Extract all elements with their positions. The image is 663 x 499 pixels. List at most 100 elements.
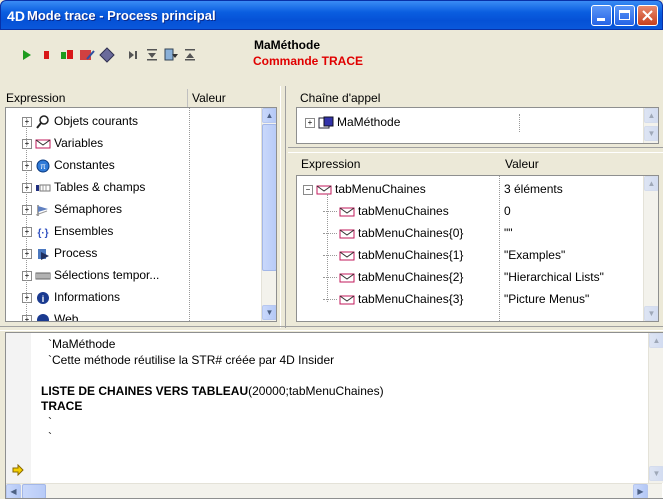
step-icon[interactable] [124,46,142,64]
tree-item-magnifier[interactable]: + Objets courants [22,111,138,132]
column-divider[interactable] [187,89,188,107]
code-line[interactable]: TRACE [41,399,82,413]
tree-item-web[interactable]: + Web [22,309,78,321]
horizontal-splitter-bottom[interactable] [0,326,663,331]
code-line[interactable]: LISTE DE CHAINES VERS TABLEAU(20000;tabM… [41,384,384,398]
scroll-down-button[interactable]: ▼ [262,305,276,320]
scroll-thumb[interactable] [262,124,276,271]
step-over-icon[interactable] [162,46,180,64]
expand-icon[interactable]: + [22,160,32,171]
scroll-down-button[interactable]: ▼ [649,466,663,481]
scroll-right-button[interactable]: ▶ [633,484,648,498]
scroll-up-button[interactable]: ▲ [649,333,663,348]
collapse-icon[interactable]: − [303,184,313,195]
source-vertical-scrollbar[interactable]: ▲ ▼ [648,333,663,483]
tree-item-label: Tables & champs [54,180,146,194]
tree-item-set[interactable]: + {·} Ensembles [22,221,113,242]
play-icon[interactable] [18,46,36,64]
scroll-up-button[interactable]: ▲ [644,108,658,123]
detail-pane[interactable]: − tabMenuChaines 3 éléments tabMenuChaines 0… [296,175,659,322]
stop-icon[interactable] [38,46,56,64]
expression-value: "Hierarchical Lists" [504,270,604,284]
array-element-row[interactable]: tabMenuChaines{3} [323,289,463,310]
array-node[interactable]: − tabMenuChaines [303,179,426,200]
horizontal-splitter[interactable] [288,147,663,153]
scroll-left-button[interactable]: ◀ [6,484,21,498]
edit-icon[interactable] [78,46,96,64]
expand-icon[interactable]: + [22,204,32,215]
variable-icon [339,270,358,284]
scroll-up-button[interactable]: ▲ [262,108,276,123]
diamond-icon[interactable] [98,46,116,64]
source-code-pane[interactable]: `MaMéthode `Cette méthode réutilise la ST… [5,332,663,499]
array-element-row[interactable]: tabMenuChaines{0} [323,223,463,244]
tree-item-pi[interactable]: + π Constantes [22,155,115,176]
expand-icon[interactable]: + [305,117,315,128]
tree-item-process[interactable]: + Process [22,243,97,264]
method-icon [318,116,334,129]
tree-item-label: Sélections tempor... [54,268,160,282]
expand-icon[interactable]: + [22,248,32,259]
breakpoint-gutter[interactable] [6,333,31,483]
detail-expression-header[interactable]: Expression [301,157,360,171]
command-keyword: LISTE DE CHAINES VERS TABLEAU [41,383,249,398]
svg-text:π: π [40,162,46,171]
call-chain-pane[interactable]: + MaMéthode ▲ ▼ [296,107,659,144]
expression-value: "" [504,226,513,240]
tree-item-variable[interactable]: + Variables [22,133,103,154]
scroll-down-button[interactable]: ▼ [644,126,658,141]
h-scroll-thumb[interactable] [22,484,46,498]
code-line[interactable]: ` [48,430,52,444]
maximize-button[interactable] [614,5,635,26]
expand-icon[interactable]: + [22,182,32,193]
execution-arrow-icon [12,464,24,476]
expand-icon[interactable]: + [22,270,32,281]
expression-column-header[interactable]: Expression [6,91,65,105]
tree-connector [323,254,337,257]
tree-item-flag[interactable]: + Sémaphores [22,199,122,220]
column-separator [499,176,500,321]
expression-label: tabMenuChaines [335,182,426,196]
expression-tree-pane[interactable]: + Objets courants + Variables + π Constantes + T… [5,107,277,322]
tree-item-info[interactable]: + i Informations [22,287,120,308]
array-element-row[interactable]: tabMenuChaines [323,201,449,222]
step-out-icon[interactable] [181,46,199,64]
vertical-splitter[interactable] [280,86,286,328]
expand-icon[interactable]: + [22,292,32,303]
horizontal-scrollbar[interactable]: ◀ ▶ [6,483,662,498]
selection-icon [35,268,54,282]
variable-icon [339,292,358,306]
title-bar[interactable]: 4D Mode trace - Process principal [0,0,663,30]
value-column-header[interactable]: Valeur [192,91,226,105]
abort-icon[interactable] [58,46,76,64]
array-element-row[interactable]: tabMenuChaines{2} [323,267,463,288]
expand-icon[interactable]: + [22,116,32,127]
call-chain-scrollbar[interactable]: ▲ ▼ [643,108,658,143]
code-line[interactable]: ` [48,415,52,429]
expression-label: tabMenuChaines [358,204,449,218]
tree-connector [323,232,337,235]
detail-scrollbar[interactable]: ▲ ▼ [643,176,658,321]
expand-icon[interactable]: + [22,138,32,149]
scroll-down-button[interactable]: ▼ [644,306,658,321]
expression-label: tabMenuChaines{3} [358,292,464,306]
tree-item-table[interactable]: + Tables & champs [22,177,145,198]
expand-icon[interactable]: + [22,226,32,237]
expression-label: tabMenuChaines{0} [358,226,464,240]
code-line[interactable]: `Cette méthode réutilise la STR# créée p… [48,353,334,367]
window-title: Mode trace - Process principal [27,8,216,23]
step-into-icon[interactable] [143,46,161,64]
minimize-button[interactable] [591,5,612,26]
detail-value-header[interactable]: Valeur [505,157,539,171]
expression-value: "Picture Menus" [504,292,590,306]
tree-item-selection[interactable]: + Sélections tempor... [22,265,159,286]
array-element-row[interactable]: tabMenuChaines{1} [323,245,463,266]
scroll-up-button[interactable]: ▲ [644,176,658,191]
table-icon [35,180,54,194]
call-chain-item[interactable]: + MaMéthode [305,112,400,133]
tree-item-label: Process [54,246,98,260]
expand-icon[interactable]: + [22,314,32,321]
vertical-scrollbar[interactable]: ▲ ▼ [261,108,276,321]
code-line[interactable]: `MaMéthode [48,337,115,351]
close-button[interactable] [637,5,658,26]
